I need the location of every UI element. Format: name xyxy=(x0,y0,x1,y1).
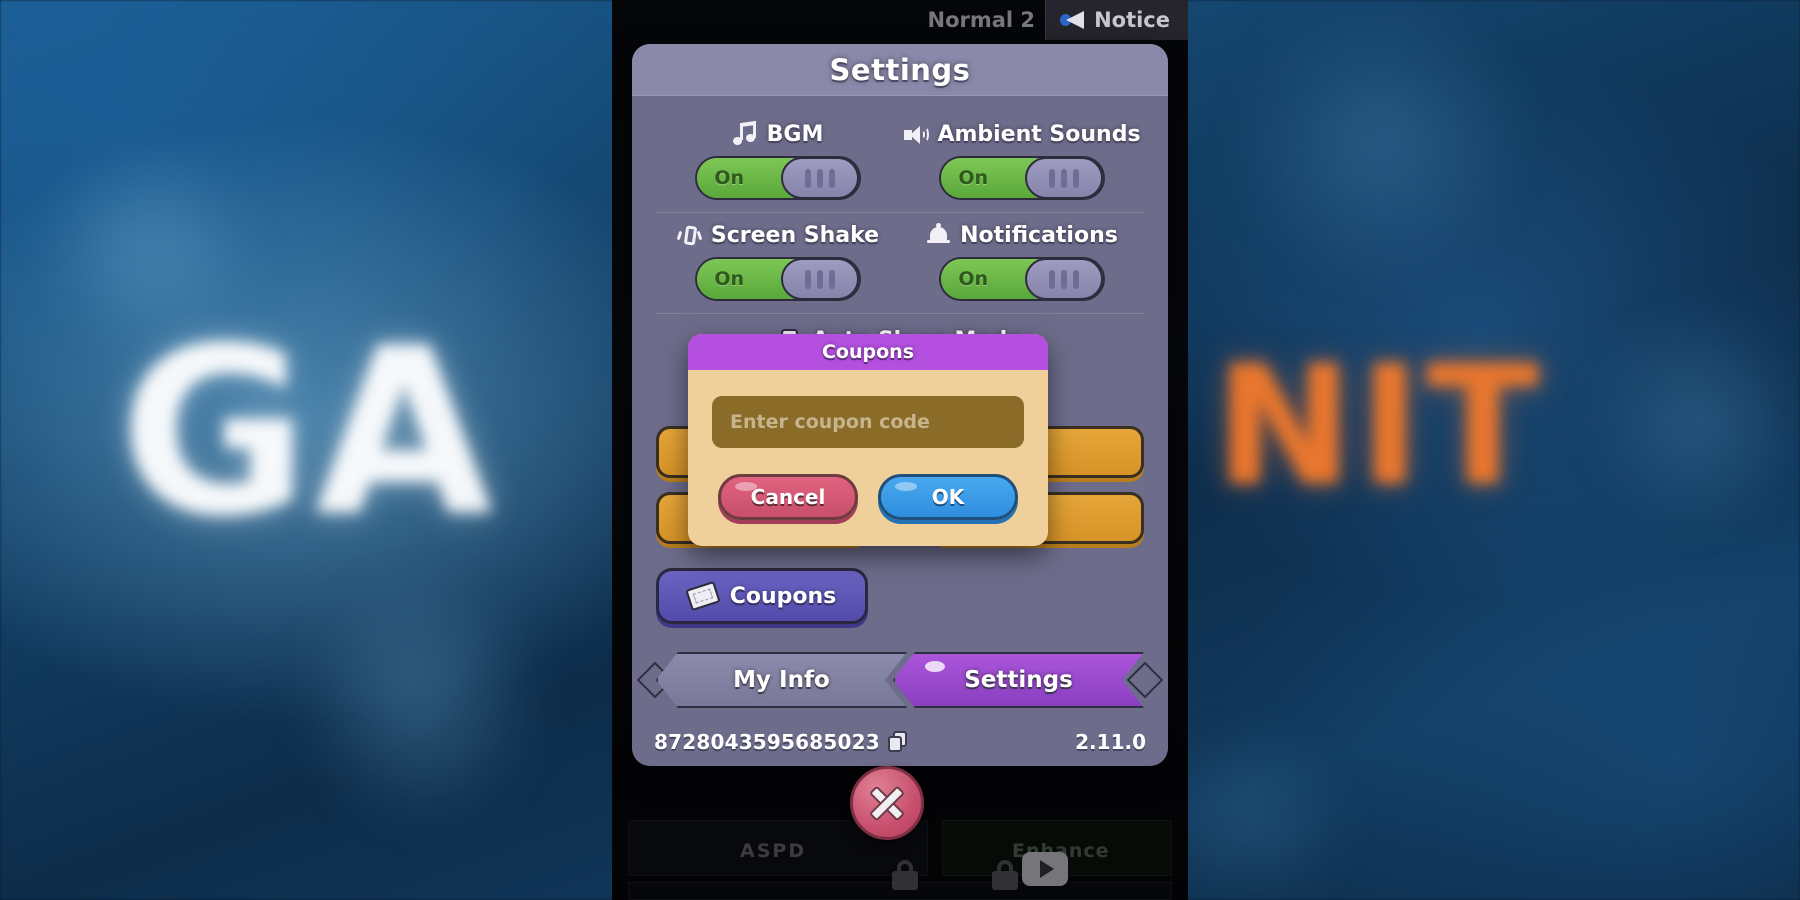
background-word-right: NIT xyxy=(1215,330,1546,522)
coupon-modal-overlay: Coupons Cancel OK xyxy=(612,0,1188,900)
cancel-button[interactable]: Cancel xyxy=(718,474,858,520)
button-gloss xyxy=(735,482,757,491)
ok-button[interactable]: OK xyxy=(878,474,1018,520)
game-viewport: 29 ASPD Enhance Normal 2 Notice Settings xyxy=(612,0,1188,900)
coupon-dialog-body: Cancel OK xyxy=(688,370,1048,546)
coupon-dialog-title: Coupons xyxy=(821,341,914,363)
ok-button-label: OK xyxy=(931,485,965,509)
coupon-code-input[interactable] xyxy=(712,396,1024,448)
coupon-dialog-header: Coupons xyxy=(688,334,1048,370)
coupon-dialog: Coupons Cancel OK xyxy=(688,334,1048,546)
cancel-button-label: Cancel xyxy=(750,485,826,509)
background-word-left: GA xyxy=(120,300,499,567)
button-gloss xyxy=(895,482,917,491)
coupon-dialog-actions: Cancel OK xyxy=(712,474,1024,520)
close-panel-button[interactable] xyxy=(850,766,924,840)
